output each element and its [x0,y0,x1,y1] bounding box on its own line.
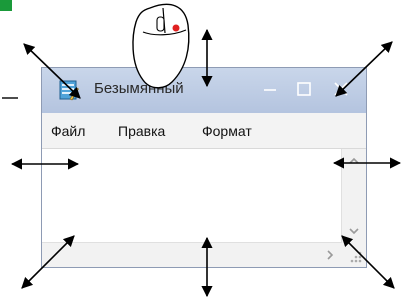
close-icon[interactable] [330,78,352,100]
window-title: Безымянный [94,80,184,97]
maximize-icon[interactable] [293,78,315,100]
notepad-icon [59,80,79,101]
size-grip-icon[interactable] [342,243,366,267]
chevron-up-icon[interactable] [347,155,361,167]
horizontal-scrollbar[interactable] [42,242,342,267]
menu-bar: Файл Правка Формат [42,113,366,149]
corner-tab [0,0,12,11]
minimize-icon[interactable] [259,78,281,100]
chevron-down-icon[interactable] [347,225,361,237]
menu-format[interactable]: Формат [202,123,252,139]
menu-file[interactable]: Файл [51,123,85,139]
text-area[interactable] [42,149,342,243]
notepad-window[interactable]: Безымянный Файл Правка Формат [41,67,367,268]
chevron-right-icon[interactable] [324,248,336,262]
vertical-scrollbar[interactable] [341,149,366,243]
title-bar[interactable]: Безымянный [42,68,366,113]
menu-edit[interactable]: Правка [118,123,165,139]
